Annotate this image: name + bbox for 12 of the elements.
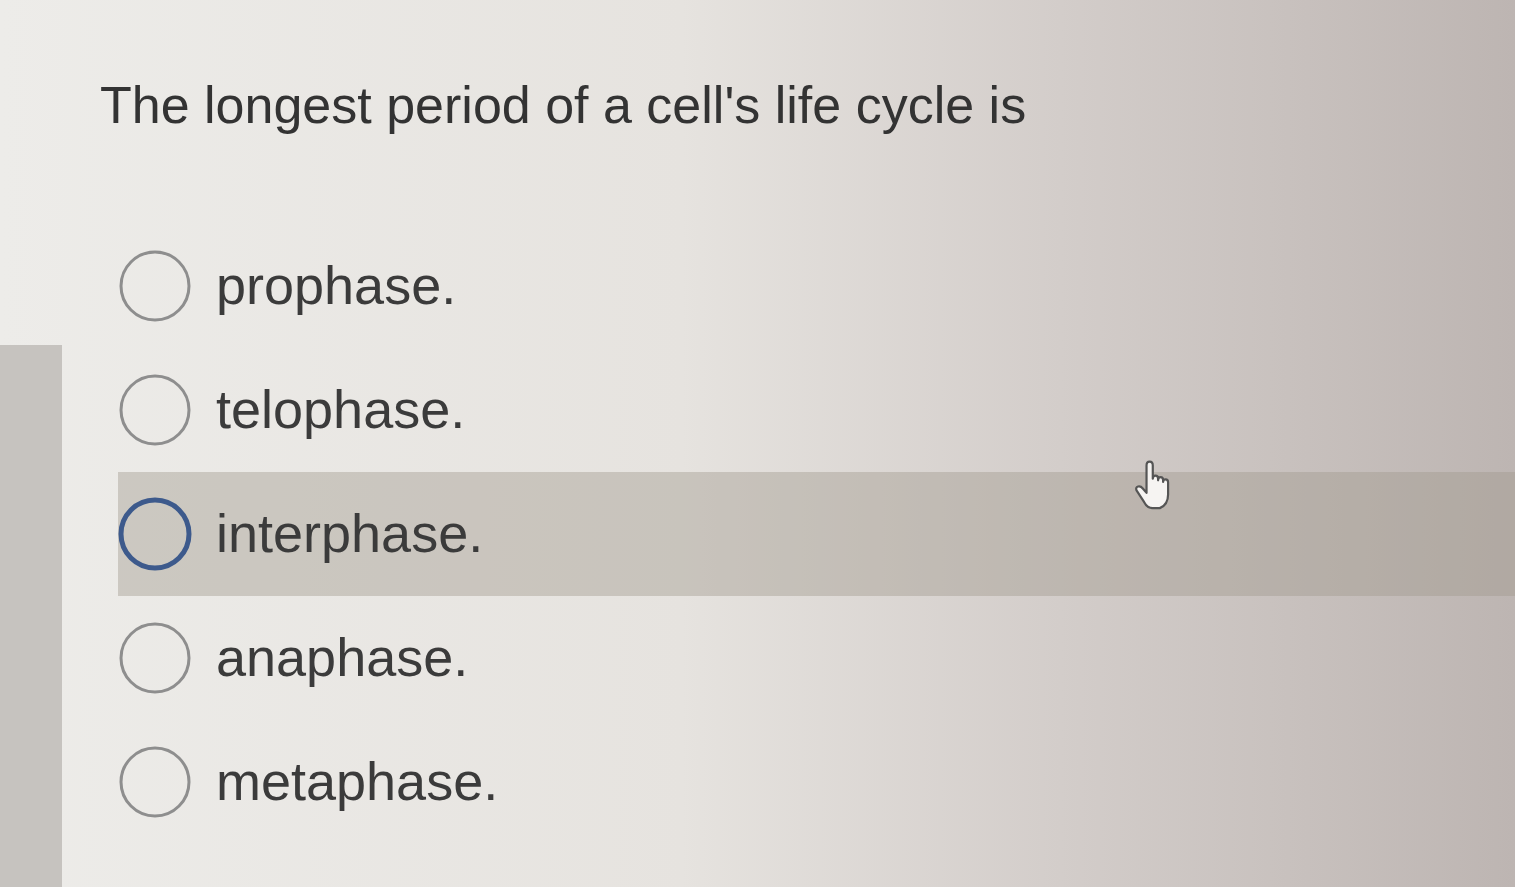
option-label[interactable]: interphase. (216, 501, 484, 566)
option-label[interactable]: telophase. (216, 377, 466, 442)
option-label[interactable]: prophase. (216, 253, 457, 318)
radio-button[interactable] (118, 248, 192, 323)
hand-pointer-icon (1134, 460, 1170, 510)
option-label[interactable]: anaphase. (216, 625, 469, 690)
radio-button[interactable] (118, 372, 192, 447)
radio-button[interactable] (118, 744, 192, 819)
radio-button[interactable] (118, 496, 192, 571)
option-label[interactable]: metaphase. (216, 749, 499, 814)
radio-button[interactable] (118, 620, 192, 695)
question-text: The longest period of a cell's life cycle is (100, 75, 1027, 136)
